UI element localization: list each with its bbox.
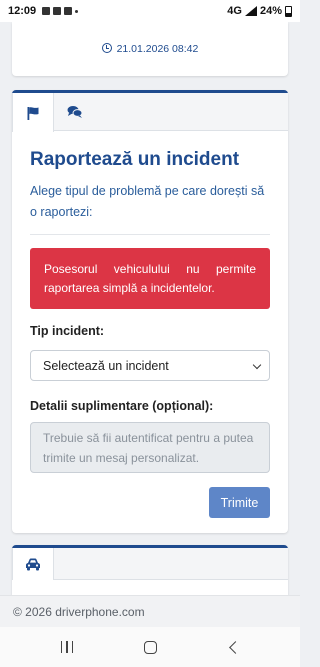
vehicle-card [12,545,288,595]
comments-icon [67,106,83,118]
chevron-down-icon [252,360,262,370]
divider [30,234,270,235]
status-bar: 12:09 4G 24% [0,0,300,22]
android-navbar [0,627,300,667]
battery-percent: 24% [259,5,282,17]
notification-icons [42,7,79,15]
gallery-icon [42,7,51,15]
recent-apps-icon [60,641,74,653]
tab-vehicle[interactable] [12,548,54,580]
tab-report[interactable] [12,93,54,132]
report-card: Raportează un incident Alege tipul de pr… [12,90,288,533]
signal-icon [244,6,257,16]
timestamp: 21.01.2026 08:42 [12,43,288,55]
home-button[interactable] [120,627,180,667]
back-icon [228,640,242,654]
site-footer: © 2026 driverphone.com [0,595,300,627]
mail-icon [64,7,73,15]
alert-banner: Posesorul vehiculului nu permite raporta… [30,248,270,309]
status-time: 12:09 [8,5,37,17]
incident-type-label: Tip incident: [30,324,105,338]
battery-icon [285,5,292,17]
recent-apps-button[interactable] [37,627,97,667]
status-right: 4G 24% [227,5,292,17]
panel-description: Alege tipul de problemă pe care dorești … [30,184,265,219]
dot-icon [75,9,79,13]
vehicle-tabs [12,548,288,580]
back-button[interactable] [203,627,263,667]
facebook-icon [53,7,62,15]
report-tabs [12,93,288,132]
page-content: 21.01.2026 08:42 Raportează un incident [0,22,300,595]
details-textarea[interactable]: Trebuie să fii autentificat pentru a put… [30,422,270,473]
copyright-text: © 2026 driverphone.com [13,604,145,619]
incident-select-value: Selectează un incident [43,358,169,373]
panel-title: Raportează un incident [30,149,240,170]
details-label: Detalii suplimentare (opțional): [30,399,214,413]
flag-icon [27,106,39,120]
submit-button[interactable]: Trimite [209,487,270,518]
network-label: 4G [227,5,242,17]
timestamp-text: 21.01.2026 08:42 [116,43,199,55]
info-card: 21.01.2026 08:42 [12,22,288,76]
tab-messages[interactable] [54,93,96,131]
car-icon [26,558,40,570]
clock-icon [101,43,112,53]
incident-select[interactable]: Selectează un incident [30,350,270,381]
home-icon [143,640,157,654]
